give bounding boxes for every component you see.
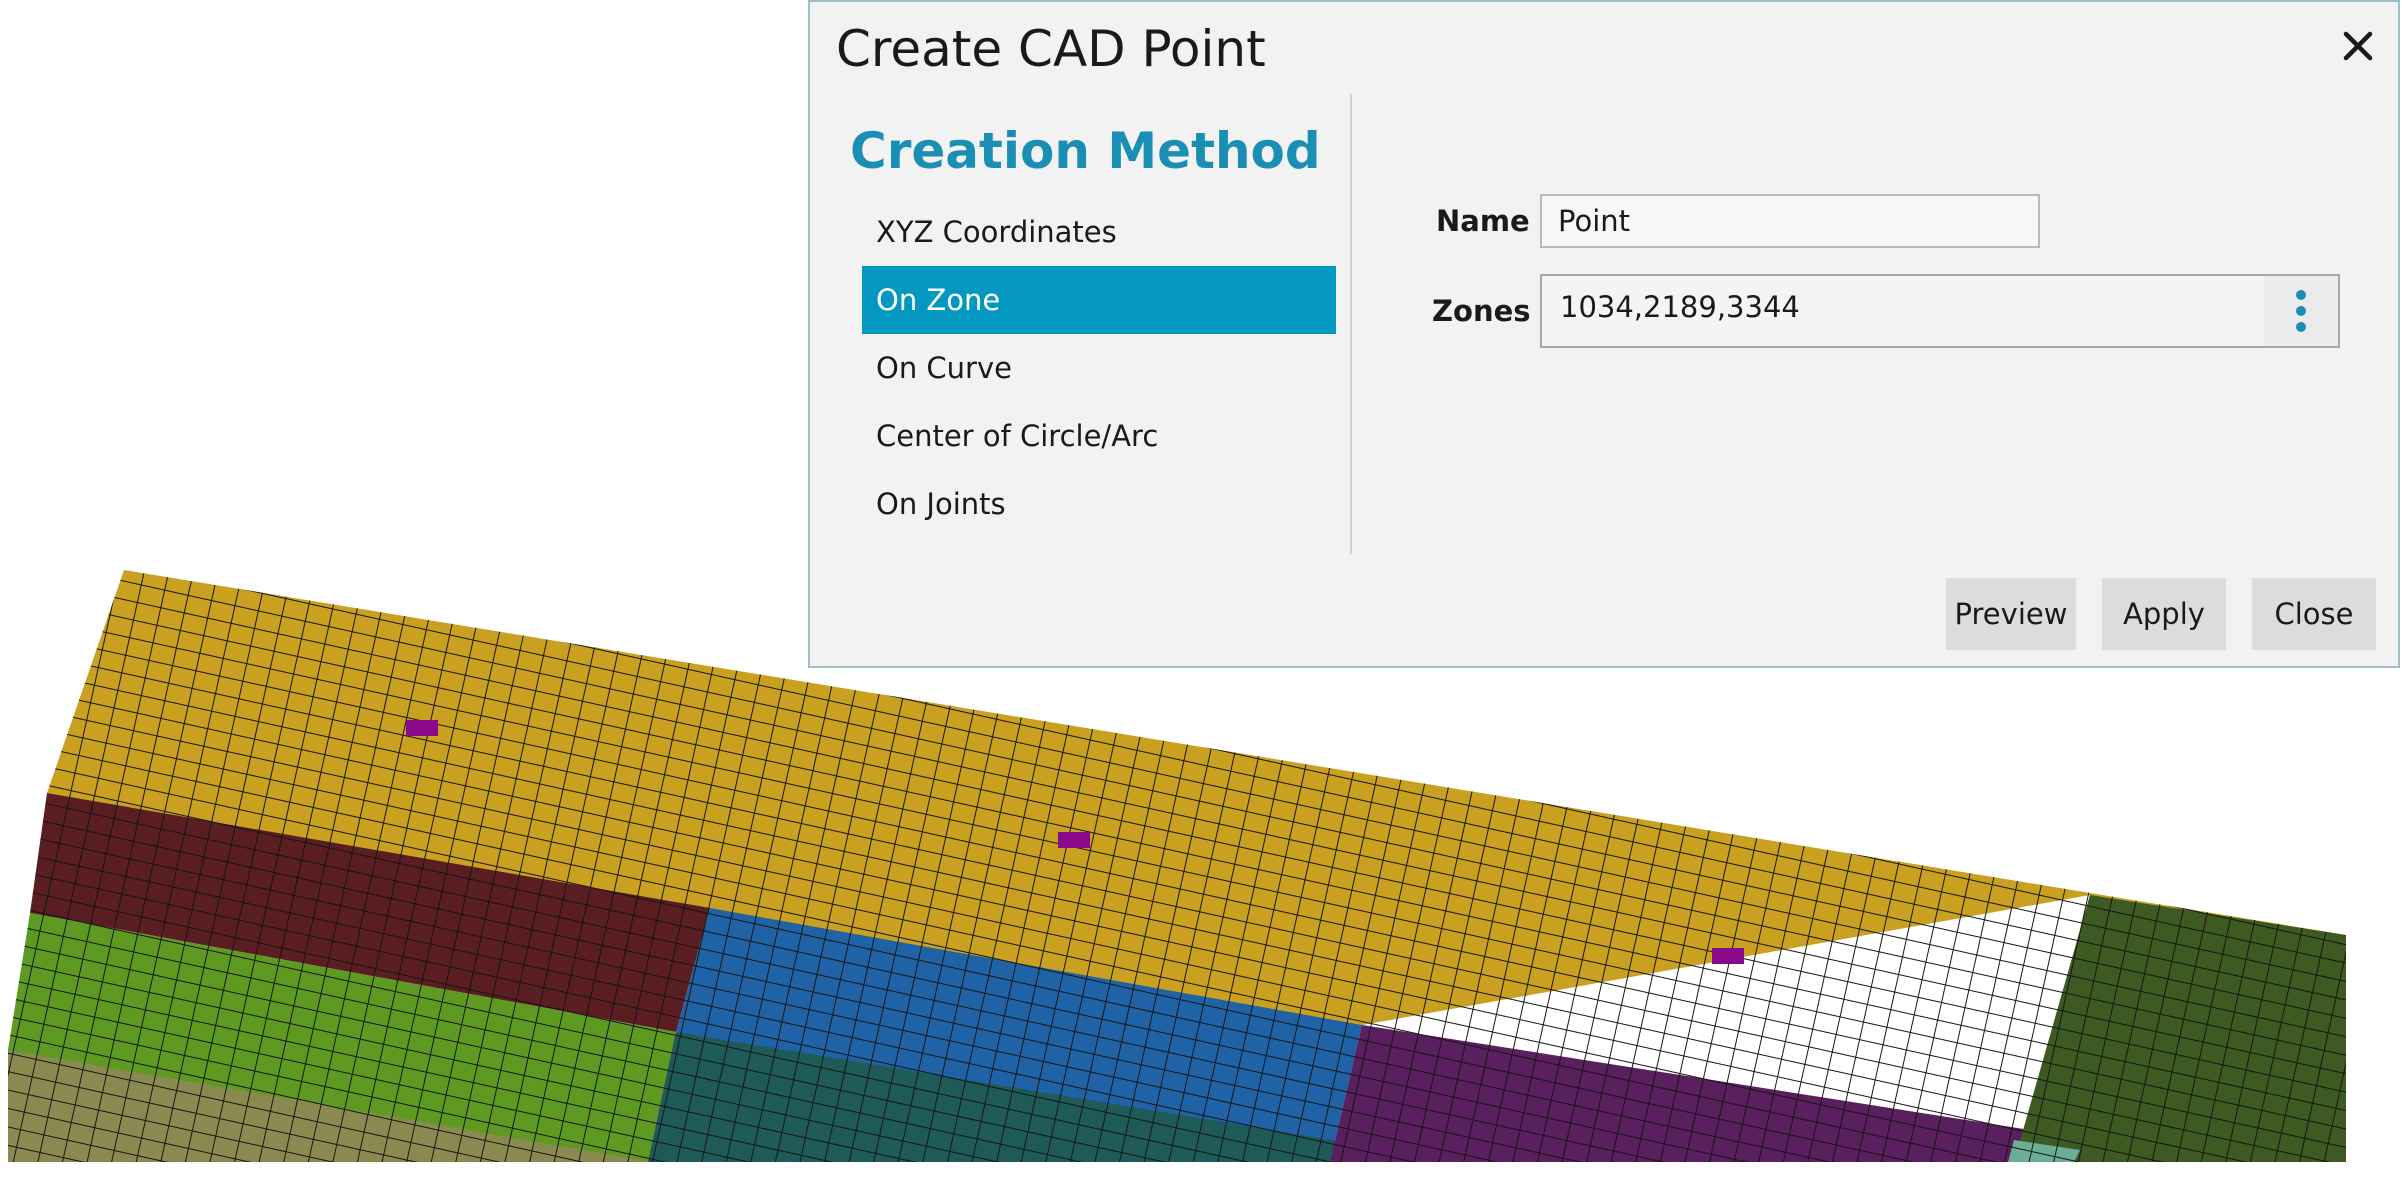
creation-method-item[interactable]: On Joints	[862, 470, 1336, 538]
close-button[interactable]: Close	[2252, 578, 2376, 650]
close-icon[interactable]	[2338, 26, 2378, 66]
selected-zone-marker	[406, 720, 438, 736]
selected-zone-marker	[1058, 832, 1090, 848]
creation-method-item[interactable]: Center of Circle/Arc	[862, 402, 1336, 470]
selected-zone-marker	[1712, 948, 1744, 964]
zones-value: 1034,2189,3344	[1560, 290, 1800, 324]
panel-divider	[1350, 94, 1352, 554]
zones-input[interactable]: 1034,2189,3344	[1540, 274, 2340, 348]
creation-method-item[interactable]: XYZ Coordinates	[862, 198, 1336, 266]
vertical-ellipsis-icon[interactable]	[2264, 276, 2338, 346]
preview-button[interactable]: Preview	[1946, 578, 2076, 650]
creation-method-list: XYZ Coordinates On Zone On Curve Center of …	[862, 198, 1336, 538]
apply-button[interactable]: Apply	[2102, 578, 2226, 650]
creation-method-item[interactable]: On Zone	[862, 266, 1336, 334]
creation-method-item[interactable]: On Curve	[862, 334, 1336, 402]
create-cad-point-dialog: Create CAD Point Creation Method XYZ Coo…	[808, 0, 2400, 668]
creation-method-heading: Creation Method	[850, 122, 1321, 180]
dialog-title: Create CAD Point	[836, 20, 1266, 78]
zones-label: Zones	[1432, 294, 1531, 328]
name-label: Name	[1436, 204, 1530, 238]
name-input[interactable]	[1540, 194, 2040, 248]
